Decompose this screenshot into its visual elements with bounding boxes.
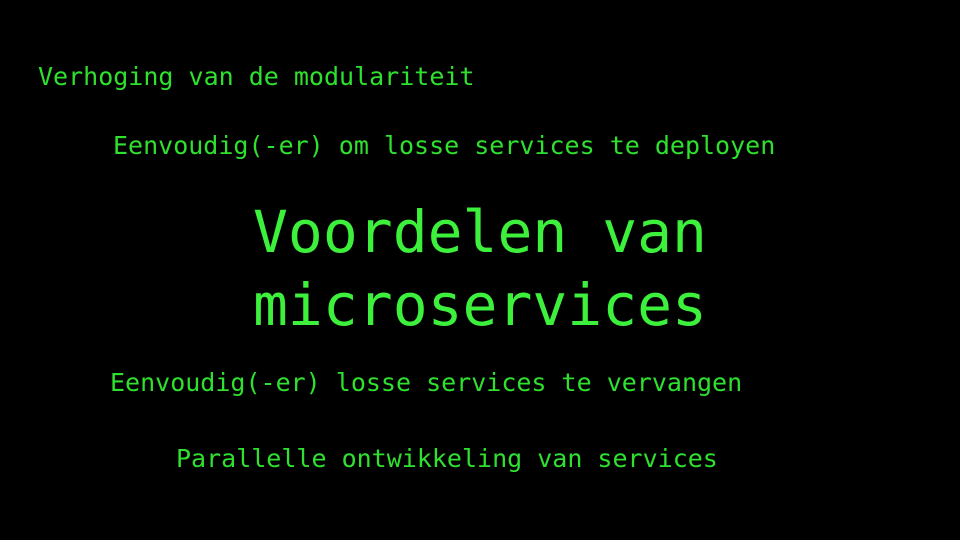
bullet-deployen: Eenvoudig(-er) om losse services te depl… <box>113 131 776 160</box>
bullet-vervangen: Eenvoudig(-er) losse services te vervang… <box>110 368 743 397</box>
bullet-modulariteit: Verhoging van de modulariteit <box>38 62 475 91</box>
slide-canvas: Verhoging van de modulariteit Eenvoudig(… <box>0 0 960 540</box>
bullet-parallelle: Parallelle ontwikkeling van services <box>176 444 718 473</box>
slide-title: Voordelen van microservices <box>253 198 707 339</box>
